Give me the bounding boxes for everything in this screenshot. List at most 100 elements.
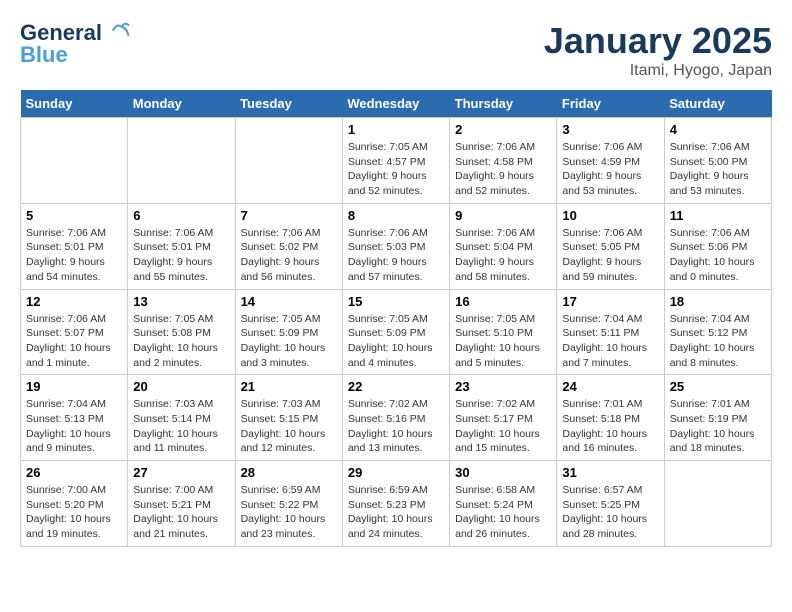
calendar-cell: 10 Sunrise: 7:06 AMSunset: 5:05 PMDayligh… — [557, 203, 664, 289]
weekday-header-friday: Friday — [557, 90, 664, 118]
day-number: 9 — [455, 208, 551, 223]
day-number: 3 — [562, 122, 658, 137]
day-info: Sunrise: 7:05 AMSunset: 5:09 PMDaylight:… — [348, 312, 444, 371]
week-row-4: 19 Sunrise: 7:04 AMSunset: 5:13 PMDayligh… — [21, 375, 772, 461]
calendar-cell: 5 Sunrise: 7:06 AMSunset: 5:01 PMDaylight… — [21, 203, 128, 289]
day-number: 15 — [348, 294, 444, 309]
logo-blue: Blue — [20, 44, 130, 66]
weekday-header-tuesday: Tuesday — [235, 90, 342, 118]
day-number: 7 — [241, 208, 337, 223]
day-info: Sunrise: 7:02 AMSunset: 5:17 PMDaylight:… — [455, 397, 551, 456]
week-row-1: 1 Sunrise: 7:05 AMSunset: 4:57 PMDaylight… — [21, 118, 772, 204]
weekday-header-wednesday: Wednesday — [342, 90, 449, 118]
calendar-cell: 13Sunrise: 7:05 AMSunset: 5:08 PMDayligh… — [128, 289, 235, 375]
calendar-cell: 7Sunrise: 7:06 AMSunset: 5:02 PMDaylight… — [235, 203, 342, 289]
month-title: January 2025 — [544, 20, 772, 62]
day-number: 10 — [562, 208, 658, 223]
day-info: Sunrise: 7:04 AMSunset: 5:11 PMDaylight:… — [562, 312, 658, 371]
day-number: 12 — [26, 294, 122, 309]
calendar-cell: 22Sunrise: 7:02 AMSunset: 5:16 PMDayligh… — [342, 375, 449, 461]
day-number: 20 — [133, 379, 229, 394]
day-info: Sunrise: 7:06 AMSunset: 4:59 PMDaylight:… — [562, 140, 658, 199]
calendar-cell — [235, 118, 342, 204]
day-info: Sunrise: 7:01 AMSunset: 5:19 PMDaylight:… — [670, 397, 766, 456]
day-number: 19 — [26, 379, 122, 394]
calendar-cell: 14 Sunrise: 7:05 AMSunset: 5:09 PMDayligh… — [235, 289, 342, 375]
calendar-cell: 16 Sunrise: 7:05 AMSunset: 5:10 PMDayligh… — [450, 289, 557, 375]
day-info: Sunrise: 7:06 AMSunset: 5:00 PMDaylight:… — [670, 140, 766, 199]
day-number: 27 — [133, 465, 229, 480]
calendar-cell: 27 Sunrise: 7:00 AMSunset: 5:21 PMDayligh… — [128, 461, 235, 547]
day-info: Sunrise: 6:59 AMSunset: 5:23 PMDaylight:… — [348, 483, 444, 542]
day-info: Sunrise: 6:59 AMSunset: 5:22 PMDaylight:… — [241, 483, 337, 542]
calendar-cell: 11 Sunrise: 7:06 AMSunset: 5:06 PMDayligh… — [664, 203, 771, 289]
day-info: Sunrise: 7:05 AMSunset: 5:09 PMDaylight:… — [241, 312, 337, 371]
day-info: Sunrise: 7:00 AMSunset: 5:21 PMDaylight:… — [133, 483, 229, 542]
week-row-3: 12 Sunrise: 7:06 AMSunset: 5:07 PMDayligh… — [21, 289, 772, 375]
day-info: Sunrise: 7:06 AMSunset: 5:07 PMDaylight:… — [26, 312, 122, 371]
day-number: 21 — [241, 379, 337, 394]
weekday-header-saturday: Saturday — [664, 90, 771, 118]
page-header: General Blue January 2025 Itami, Hyogo, … — [20, 20, 772, 80]
day-number: 29 — [348, 465, 444, 480]
calendar-cell: 3 Sunrise: 7:06 AMSunset: 4:59 PMDaylight… — [557, 118, 664, 204]
calendar-table: SundayMondayTuesdayWednesdayThursdayFrid… — [20, 90, 772, 547]
calendar-cell: 6Sunrise: 7:06 AMSunset: 5:01 PMDaylight… — [128, 203, 235, 289]
weekday-header-thursday: Thursday — [450, 90, 557, 118]
logo-text: General — [20, 20, 130, 44]
day-number: 6 — [133, 208, 229, 223]
calendar-cell — [664, 461, 771, 547]
calendar-cell: 9 Sunrise: 7:06 AMSunset: 5:04 PMDaylight… — [450, 203, 557, 289]
day-number: 24 — [562, 379, 658, 394]
calendar-cell: 30 Sunrise: 6:58 AMSunset: 5:24 PMDayligh… — [450, 461, 557, 547]
day-info: Sunrise: 7:03 AMSunset: 5:14 PMDaylight:… — [133, 397, 229, 456]
calendar-cell: 17 Sunrise: 7:04 AMSunset: 5:11 PMDayligh… — [557, 289, 664, 375]
day-info: Sunrise: 7:05 AMSunset: 5:10 PMDaylight:… — [455, 312, 551, 371]
calendar-cell: 4Sunrise: 7:06 AMSunset: 5:00 PMDaylight… — [664, 118, 771, 204]
calendar-cell: 2 Sunrise: 7:06 AMSunset: 4:58 PMDaylight… — [450, 118, 557, 204]
calendar-cell: 31 Sunrise: 6:57 AMSunset: 5:25 PMDayligh… — [557, 461, 664, 547]
day-number: 16 — [455, 294, 551, 309]
week-row-2: 5 Sunrise: 7:06 AMSunset: 5:01 PMDaylight… — [21, 203, 772, 289]
day-info: Sunrise: 7:06 AMSunset: 5:04 PMDaylight:… — [455, 226, 551, 285]
day-number: 31 — [562, 465, 658, 480]
day-info: Sunrise: 7:06 AMSunset: 5:06 PMDaylight:… — [670, 226, 766, 285]
day-info: Sunrise: 7:03 AMSunset: 5:15 PMDaylight:… — [241, 397, 337, 456]
day-info: Sunrise: 7:06 AMSunset: 5:01 PMDaylight:… — [26, 226, 122, 285]
calendar-cell: 8 Sunrise: 7:06 AMSunset: 5:03 PMDaylight… — [342, 203, 449, 289]
day-info: Sunrise: 6:58 AMSunset: 5:24 PMDaylight:… — [455, 483, 551, 542]
day-number: 5 — [26, 208, 122, 223]
title-block: January 2025 Itami, Hyogo, Japan — [544, 20, 772, 80]
day-number: 14 — [241, 294, 337, 309]
day-number: 17 — [562, 294, 658, 309]
day-info: Sunrise: 6:57 AMSunset: 5:25 PMDaylight:… — [562, 483, 658, 542]
calendar-cell — [128, 118, 235, 204]
day-info: Sunrise: 7:02 AMSunset: 5:16 PMDaylight:… — [348, 397, 444, 456]
day-number: 18 — [670, 294, 766, 309]
day-info: Sunrise: 7:05 AMSunset: 4:57 PMDaylight:… — [348, 140, 444, 199]
calendar-cell: 20 Sunrise: 7:03 AMSunset: 5:14 PMDayligh… — [128, 375, 235, 461]
day-info: Sunrise: 7:04 AMSunset: 5:12 PMDaylight:… — [670, 312, 766, 371]
day-number: 30 — [455, 465, 551, 480]
day-number: 25 — [670, 379, 766, 394]
calendar-cell: 12 Sunrise: 7:06 AMSunset: 5:07 PMDayligh… — [21, 289, 128, 375]
day-number: 26 — [26, 465, 122, 480]
day-number: 28 — [241, 465, 337, 480]
logo: General Blue — [20, 20, 130, 66]
day-number: 11 — [670, 208, 766, 223]
day-info: Sunrise: 7:00 AMSunset: 5:20 PMDaylight:… — [26, 483, 122, 542]
day-info: Sunrise: 7:04 AMSunset: 5:13 PMDaylight:… — [26, 397, 122, 456]
calendar-cell: 1 Sunrise: 7:05 AMSunset: 4:57 PMDaylight… — [342, 118, 449, 204]
day-number: 8 — [348, 208, 444, 223]
weekday-header-sunday: Sunday — [21, 90, 128, 118]
day-info: Sunrise: 7:06 AMSunset: 4:58 PMDaylight:… — [455, 140, 551, 199]
calendar-cell: 21 Sunrise: 7:03 AMSunset: 5:15 PMDayligh… — [235, 375, 342, 461]
day-info: Sunrise: 7:05 AMSunset: 5:08 PMDaylight:… — [133, 312, 229, 371]
day-number: 1 — [348, 122, 444, 137]
day-info: Sunrise: 7:06 AMSunset: 5:03 PMDaylight:… — [348, 226, 444, 285]
week-row-5: 26 Sunrise: 7:00 AMSunset: 5:20 PMDayligh… — [21, 461, 772, 547]
calendar-cell: 15 Sunrise: 7:05 AMSunset: 5:09 PMDayligh… — [342, 289, 449, 375]
day-info: Sunrise: 7:06 AMSunset: 5:05 PMDaylight:… — [562, 226, 658, 285]
day-number: 2 — [455, 122, 551, 137]
location: Itami, Hyogo, Japan — [544, 62, 772, 80]
